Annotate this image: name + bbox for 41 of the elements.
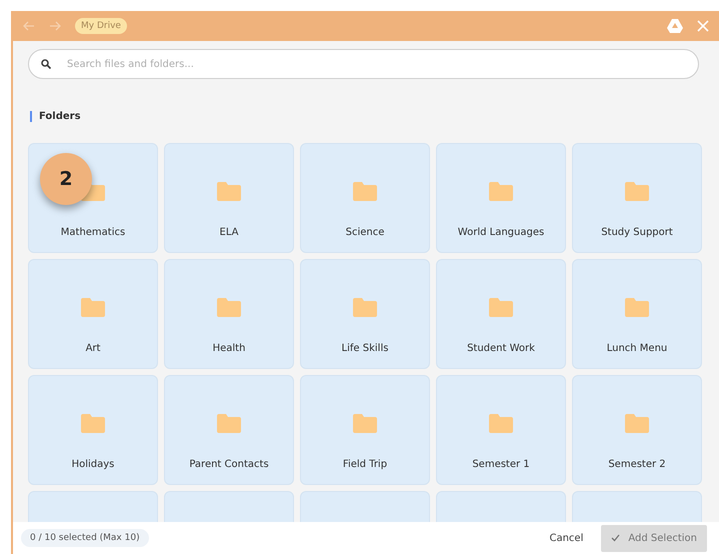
folder-icon	[81, 298, 105, 317]
folder-icon	[81, 414, 105, 433]
folder-card[interactable]: Semester 2	[572, 375, 702, 485]
check-icon	[611, 534, 620, 542]
folder-icon	[353, 182, 377, 201]
folder-icon	[353, 298, 377, 317]
folder-card[interactable]: Health	[164, 259, 294, 369]
back-arrow-icon	[23, 20, 35, 32]
folder-icon	[625, 414, 649, 433]
folder-icon	[217, 298, 241, 317]
search-icon	[41, 59, 51, 69]
folder-icon	[489, 182, 513, 201]
search-field[interactable]: Search files and folders...	[28, 49, 699, 79]
folder-icon	[217, 414, 241, 433]
folder-icon	[625, 182, 649, 201]
folder-icon	[217, 182, 241, 201]
folder-card[interactable]: Field Trip	[300, 375, 430, 485]
folder-card[interactable]: Parent Contacts	[164, 375, 294, 485]
folder-card[interactable]: Study Support	[572, 143, 702, 253]
folder-card[interactable]: Art	[28, 259, 158, 369]
folder-card[interactable]: Lunch Menu	[572, 259, 702, 369]
folder-icon	[489, 298, 513, 317]
section-title: Folders	[30, 111, 699, 122]
folder-card[interactable]: Holidays	[28, 375, 158, 485]
folder-card[interactable]: World Languages	[436, 143, 566, 253]
close-icon	[697, 20, 709, 32]
selection-count: 0 / 10 selected (Max 10)	[21, 529, 149, 547]
folder-card[interactable]: Life Skills	[300, 259, 430, 369]
cancel-button[interactable]: Cancel	[549, 532, 584, 544]
drive-triangle-icon[interactable]	[667, 19, 683, 33]
close-button[interactable]	[697, 20, 709, 32]
folder-icon	[353, 414, 377, 433]
folder-card[interactable]: ELA	[164, 143, 294, 253]
forward-arrow-icon	[49, 20, 61, 32]
folder-card[interactable]: Student Work	[436, 259, 566, 369]
back-button[interactable]	[23, 20, 35, 32]
folder-card[interactable]: Semester 1	[436, 375, 566, 485]
forward-button[interactable]	[49, 20, 61, 32]
folder-card[interactable]: Science	[300, 143, 430, 253]
folder-icon	[489, 414, 513, 433]
folder-icon	[625, 298, 649, 317]
